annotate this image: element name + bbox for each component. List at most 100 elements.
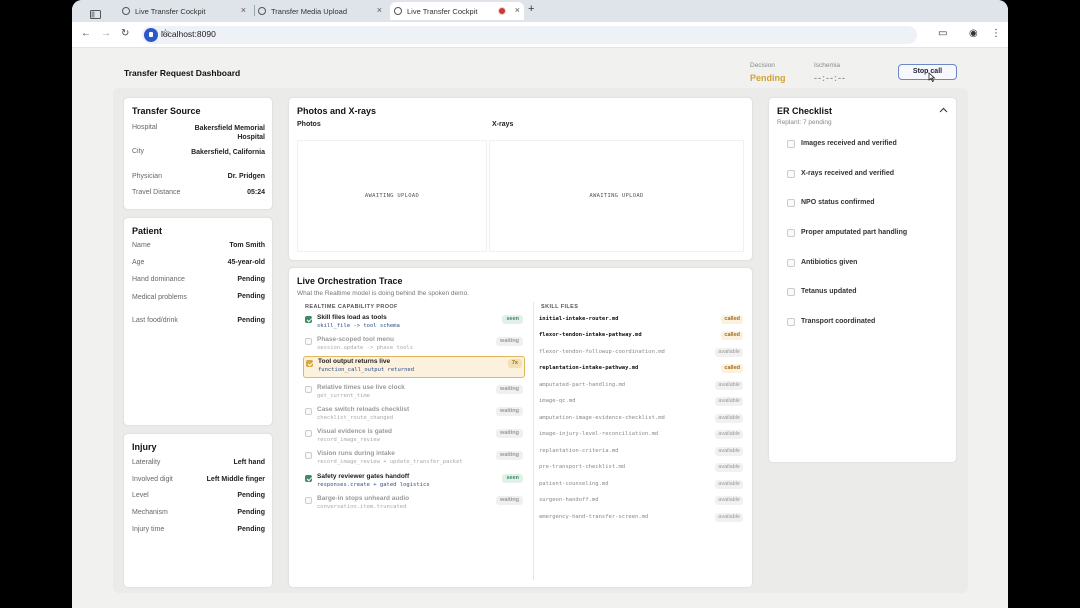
checkbox[interactable] xyxy=(787,199,795,207)
card-subtitle: What the Realtime model is doing behind … xyxy=(297,290,469,297)
xrays-upload-area[interactable]: AWAITING UPLOAD xyxy=(489,140,744,252)
awaiting-upload-text: AWAITING UPLOAD xyxy=(589,193,644,199)
status-badge: 7x xyxy=(507,359,522,368)
skill-file-name: amputated-part-handling.md xyxy=(539,382,626,388)
bookmark-star-icon[interactable]: ☆ xyxy=(161,28,911,39)
site-info-icon[interactable] xyxy=(144,28,158,42)
status-badge: called xyxy=(721,315,743,324)
status-badge: waiting xyxy=(496,496,523,505)
status-badge: called xyxy=(721,331,743,340)
globe-icon xyxy=(394,7,402,15)
capability-code: skill_file -> tool schema xyxy=(317,323,400,329)
status-badge: available xyxy=(715,414,743,423)
photos-label: Photos xyxy=(297,121,321,128)
capability-title: Tool output returns live xyxy=(318,358,391,365)
skill-file-name: image-qc.md xyxy=(539,398,576,404)
skill-file-name: pre-transport-checklist.md xyxy=(539,464,626,470)
kv-label: City xyxy=(132,148,145,155)
skill-file-name: flexor-tendon-intake-pathway.md xyxy=(539,332,642,338)
ischemia-value: --:--:-- xyxy=(814,73,846,83)
status-badge: available xyxy=(715,480,743,489)
tab-label: Transfer Media Upload xyxy=(271,6,348,16)
url-field[interactable]: localhost:8090 ☆ xyxy=(142,26,917,44)
address-bar: ← → ↻ localhost:8090 ☆ ▭ ◉ ⋮ xyxy=(72,22,1008,48)
checkbox[interactable] xyxy=(787,140,795,148)
close-icon[interactable]: × xyxy=(241,5,246,15)
status-badge: waiting xyxy=(496,429,523,438)
chevron-up-icon[interactable] xyxy=(939,106,948,115)
kv-value: Dr. Pridgen xyxy=(227,173,265,180)
globe-icon xyxy=(258,7,266,15)
kv-value: Tom Smith xyxy=(229,242,265,249)
tab-live-transfer-cockpit-active[interactable]: Live Transfer Cockpit × xyxy=(390,2,524,20)
kv-label: Physician xyxy=(132,173,162,180)
tab-groups-icon[interactable] xyxy=(90,5,104,23)
skill-file-row: amputation-image-evidence-checklist.md av… xyxy=(539,413,743,427)
kv-value: Left hand xyxy=(233,459,266,466)
capability-title: Visual evidence is gated xyxy=(317,428,393,435)
kv-label: Age xyxy=(132,259,145,266)
checkbox[interactable] xyxy=(787,229,795,237)
mouse-cursor-icon xyxy=(928,72,936,82)
cast-icon[interactable]: ▭ xyxy=(938,28,947,39)
tab-transfer-media-upload[interactable]: Transfer Media Upload × xyxy=(258,2,386,20)
status-badge: available xyxy=(715,348,743,357)
ischemia-label: Ischemia xyxy=(814,62,841,69)
tab-label: Live Transfer Cockpit xyxy=(135,6,206,16)
checkbox[interactable] xyxy=(787,170,795,178)
checkbox[interactable] xyxy=(787,259,795,267)
kv-value: Pending xyxy=(237,317,265,324)
skill-file-row: replantation-criteria.md available xyxy=(539,446,743,460)
capability-code: get_current_time xyxy=(317,393,370,399)
kv-value: 45-year-old xyxy=(227,259,265,266)
photos-xrays-card: Photos and X-rays Photos X-rays AWAITING… xyxy=(289,98,752,260)
kv-value: Pending xyxy=(237,526,265,533)
status-badge: available xyxy=(715,430,743,439)
new-tab-icon[interactable]: + xyxy=(528,3,534,15)
forward-icon[interactable]: → xyxy=(101,28,111,39)
profile-icon[interactable]: ◉ xyxy=(969,28,978,39)
capability-item: Skill files load as tools skill_file -> … xyxy=(303,313,525,335)
capability-code: record_image_review + update_transfer_pa… xyxy=(317,459,463,465)
kv-label: Last food/drink xyxy=(132,317,178,324)
close-icon[interactable]: × xyxy=(377,5,382,15)
kv-label: Level xyxy=(132,492,149,499)
status-badge: waiting xyxy=(496,407,523,416)
photos-upload-area[interactable]: AWAITING UPLOAD xyxy=(297,140,487,252)
capability-code: function_call_output returned xyxy=(318,367,415,373)
kv-label: Travel Distance xyxy=(132,189,181,196)
skill-file-name: replantation-criteria.md xyxy=(539,448,619,454)
checkbox-icon xyxy=(305,386,312,393)
card-title: Transfer Source xyxy=(132,106,201,116)
tab-live-transfer-cockpit-1[interactable]: Live Transfer Cockpit × xyxy=(122,2,250,20)
check-icon xyxy=(306,360,313,367)
checklist-label: Tetanus updated xyxy=(801,288,857,295)
back-icon[interactable]: ← xyxy=(81,28,91,39)
reload-icon[interactable]: ↻ xyxy=(121,28,129,39)
kv-value: Pending xyxy=(237,492,265,499)
status-badge: waiting xyxy=(496,451,523,460)
skill-file-row: image-qc.md available xyxy=(539,396,743,410)
skill-file-row: replantation-intake-pathway.md called xyxy=(539,363,743,377)
skill-file-row: emergency-hand-transfer-screen.md availab… xyxy=(539,512,743,526)
status-badge: available xyxy=(715,513,743,522)
skill-file-row: amputated-part-handling.md available xyxy=(539,380,743,394)
kv-value: Bakersfield Memorial Hospital xyxy=(194,125,265,141)
capability-header: REALTIME CAPABILITY PROOF xyxy=(305,304,398,310)
close-icon[interactable]: × xyxy=(515,5,520,15)
status-badge: available xyxy=(715,463,743,472)
checklist-label: Images received and verified xyxy=(801,140,897,147)
kv-label: Mechanism xyxy=(132,509,168,516)
menu-icon[interactable]: ⋮ xyxy=(991,28,1001,39)
recording-icon xyxy=(498,7,506,15)
skill-file-name: image-injury-level-reconciliation.md xyxy=(539,431,659,437)
capability-title: Phase-scoped tool menu xyxy=(317,336,394,343)
checklist-label: Proper amputated part handling xyxy=(801,229,908,236)
checkbox[interactable] xyxy=(787,318,795,326)
xrays-label: X-rays xyxy=(492,121,514,128)
capability-code: responses.create + gated logistics xyxy=(317,482,430,488)
column-divider xyxy=(533,302,534,580)
checkbox[interactable] xyxy=(787,288,795,296)
skill-file-name: patient-counseling.md xyxy=(539,481,609,487)
awaiting-upload-text: AWAITING UPLOAD xyxy=(364,193,420,199)
